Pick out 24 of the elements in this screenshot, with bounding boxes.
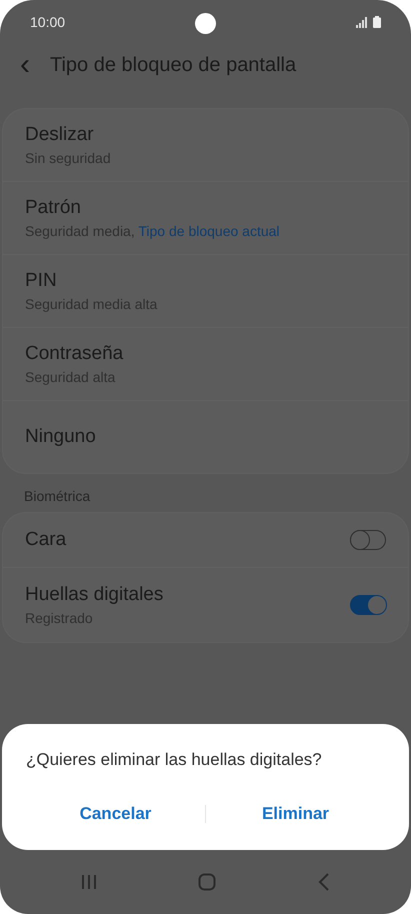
current-type-link[interactable]: Tipo de bloqueo actual — [138, 223, 280, 239]
biometric-item[interactable]: Cara — [3, 513, 408, 567]
battery-icon — [373, 16, 381, 28]
page-title: Tipo de bloqueo de pantalla — [50, 54, 296, 76]
item-title: Patrón — [25, 197, 82, 219]
dialog-button[interactable]: Eliminar — [206, 800, 385, 828]
recent-apps-icon[interactable] — [80, 874, 97, 890]
item-title: Ninguno — [25, 426, 97, 448]
item-title: PIN — [25, 270, 58, 292]
toggle-switch[interactable] — [350, 530, 386, 550]
back-icon[interactable] — [318, 873, 330, 891]
item-title: Contraseña — [25, 343, 124, 365]
item-title: Huellas digitales — [25, 584, 164, 606]
home-icon[interactable] — [198, 873, 216, 891]
toggle-switch[interactable] — [350, 595, 386, 615]
lock-type-item[interactable]: Ninguno — [3, 400, 408, 473]
signal-icon — [356, 16, 368, 28]
dialog-message: ¿Quieres eliminar las huellas digitales? — [26, 750, 323, 770]
item-title: Deslizar — [25, 124, 95, 146]
camera-hole-icon — [195, 13, 216, 34]
dialog-button[interactable]: Cancelar — [26, 800, 205, 828]
back-button[interactable]: ‹ — [20, 50, 36, 80]
status-time: 10:00 — [30, 14, 66, 30]
item-title: Cara — [25, 529, 68, 551]
